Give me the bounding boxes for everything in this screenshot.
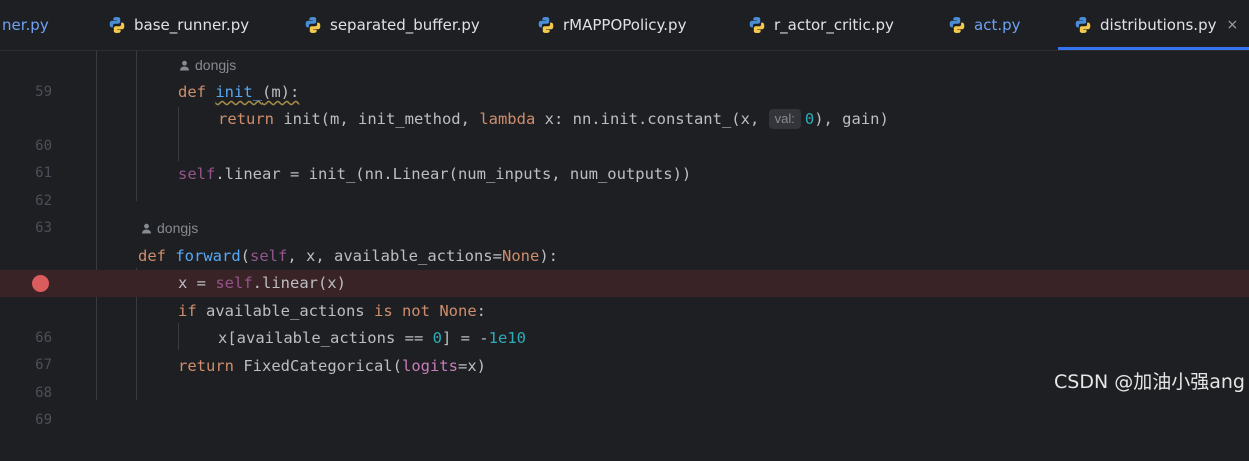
self-keyword: self <box>215 274 253 292</box>
tab-base-runner[interactable]: base_runner.py <box>108 0 249 50</box>
keyword: def <box>138 247 166 265</box>
self-keyword: self <box>178 165 216 183</box>
code-text: ), gain) <box>814 110 889 128</box>
tab-label: r_actor_critic.py <box>774 16 894 34</box>
tab-r-actor-critic[interactable]: r_actor_critic.py <box>748 0 894 50</box>
tab-runner[interactable]: ner.py <box>2 0 49 50</box>
code-line-breakpoint[interactable]: x = self.linear(x) <box>0 270 1249 297</box>
function-name: forward <box>175 247 241 265</box>
code-text: FixedCategorical( <box>234 357 402 375</box>
code-text: .linear(x) <box>252 274 346 292</box>
parameter-hint: val: <box>768 109 801 129</box>
number-literal: 1e10 <box>488 329 526 347</box>
number-literal: 0 <box>804 110 815 128</box>
code-line[interactable]: 59 def init_(m): <box>0 79 1249 106</box>
keyword: return <box>178 357 234 375</box>
close-icon[interactable]: × <box>1226 17 1238 33</box>
line-number: 59 <box>35 84 52 100</box>
code-text: =x) <box>457 357 486 375</box>
author-name: dongjs <box>195 57 237 73</box>
line-code: x[available_actions == 0] = -1e10 <box>218 325 526 352</box>
keyword: None <box>501 247 540 265</box>
tab-rmappo-policy[interactable]: rMAPPOPolicy.py <box>537 0 686 50</box>
keyword: def <box>178 83 206 101</box>
line-code: def forward(self, x, available_actions=N… <box>138 243 558 270</box>
tab-act[interactable]: act.py <box>948 0 1021 50</box>
line-code: if available_actions is not None: <box>178 298 486 325</box>
tab-label: ner.py <box>2 16 49 34</box>
python-file-icon <box>305 17 321 33</box>
tab-label: act.py <box>974 16 1021 34</box>
python-file-icon <box>109 17 125 33</box>
code-text: init(m, init_method, <box>274 110 480 128</box>
line-code: def init_(m): <box>178 79 299 106</box>
keyword: is not <box>373 302 430 320</box>
code-line[interactable]: 62 self.linear = init_(nn.Linear(num_inp… <box>0 161 1249 209</box>
line-code: x = self.linear(x) <box>178 270 346 297</box>
tab-distributions[interactable]: distributions.py × <box>1057 0 1249 50</box>
keyword: lambda <box>479 110 536 128</box>
code-text: available_actions <box>196 302 374 320</box>
python-file-icon <box>1075 17 1091 33</box>
code-text: ( <box>240 247 251 265</box>
tab-label: separated_buffer.py <box>330 16 480 34</box>
python-file-icon <box>949 17 965 33</box>
code-line[interactable]: 63 <box>0 188 1249 236</box>
author-name: dongjs <box>157 220 199 236</box>
tab-separated-buffer[interactable]: separated_buffer.py <box>304 0 480 50</box>
line-number: 63 <box>35 220 52 236</box>
tab-label: base_runner.py <box>134 16 250 34</box>
keyword: if <box>178 302 197 320</box>
code-text: x: nn.init.constant_(x, <box>535 110 769 128</box>
code-text: : <box>476 302 486 320</box>
line-code: return FixedCategorical(logits=x) <box>178 353 486 380</box>
line-code: return init(m, init_method, lambda x: nn… <box>218 106 889 133</box>
code-text: (m): <box>262 83 300 101</box>
line-number: 69 <box>35 412 52 428</box>
breakpoint-icon[interactable] <box>32 275 49 292</box>
code-text: x[available_actions == <box>218 329 433 347</box>
function-name: init_ <box>215 83 263 101</box>
code-text: , x, available_actions= <box>287 247 502 265</box>
keyword-argument: logits <box>401 357 458 375</box>
python-file-icon <box>538 17 554 33</box>
line-code: self.linear = init_(nn.Linear(num_inputs… <box>178 161 691 188</box>
watermark: CSDN @加油小强ang <box>1054 371 1245 393</box>
tab-label: rMAPPOPolicy.py <box>563 16 687 34</box>
code-editor[interactable]: dongjs 59 def init_(m): 60 return init(m… <box>0 51 1249 428</box>
author-inlay-hint[interactable]: dongjs <box>141 220 198 236</box>
code-text: x = <box>178 274 216 292</box>
keyword: return <box>218 110 274 128</box>
code-text: ] = - <box>441 329 489 347</box>
python-file-icon <box>749 17 765 33</box>
code-line[interactable]: 66 if available_actions is not None: <box>0 298 1249 346</box>
code-text: ): <box>539 247 558 265</box>
code-text: .linear = init_(nn.Linear(num_inputs, nu… <box>215 165 692 183</box>
tab-label: distributions.py <box>1100 16 1217 34</box>
user-icon <box>180 60 189 70</box>
number-literal: 0 <box>432 329 442 347</box>
self-keyword: self <box>250 247 288 265</box>
code-line[interactable]: 64 def forward(self, x, available_action… <box>0 243 1249 291</box>
keyword: None <box>439 302 477 320</box>
code-line[interactable]: 67 x[available_actions == 0] = -1e10 <box>0 325 1249 373</box>
code-line[interactable]: 61 <box>0 133 1249 181</box>
code-line[interactable]: 60 return init(m, init_method, lambda x:… <box>0 106 1249 154</box>
user-icon <box>142 223 151 233</box>
author-inlay-hint[interactable]: dongjs <box>179 57 236 73</box>
editor-tab-bar: ner.py base_runner.py separated_buffer.p… <box>0 0 1249 51</box>
